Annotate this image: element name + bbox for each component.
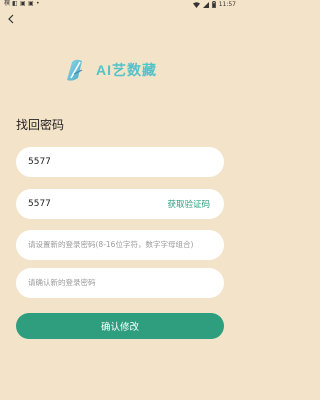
notification-icon-4: ▣ — [28, 0, 34, 7]
logo-text: AI艺数藏 — [96, 62, 157, 78]
battery-icon — [211, 1, 216, 8]
signal-icon — [202, 1, 209, 8]
status-bar: 㯢 ◧ ▣ ▣ • 11:57 — [0, 0, 240, 10]
notification-icon-3: ▣ — [20, 0, 26, 7]
phone-input[interactable] — [28, 157, 212, 167]
status-right-icons: 11:57 — [192, 1, 236, 8]
confirm-password-field[interactable] — [16, 268, 224, 298]
notification-dot-icon: • — [36, 0, 40, 7]
phone-field[interactable] — [16, 147, 224, 177]
get-code-button[interactable]: 获取验证码 — [167, 198, 210, 210]
confirm-password-input[interactable] — [28, 278, 212, 288]
notification-icon-2: ◧ — [12, 0, 18, 7]
new-password-field[interactable] — [16, 230, 224, 260]
notification-icon-1: 㯢 — [4, 0, 11, 7]
new-password-input[interactable] — [28, 240, 212, 250]
back-button[interactable] — [4, 12, 18, 26]
brush-leaf-logo-icon — [67, 59, 83, 81]
app-logo: AI艺数藏 — [62, 56, 157, 84]
status-left-icons: 㯢 ◧ ▣ ▣ • — [4, 1, 42, 7]
status-time: 11:57 — [218, 1, 236, 8]
verification-code-input[interactable] — [28, 199, 158, 209]
verification-code-field[interactable]: 获取验证码 — [16, 189, 224, 219]
page-title: 找回密码 — [16, 118, 65, 132]
wifi-icon — [192, 1, 200, 8]
chevron-left-icon — [8, 14, 14, 24]
confirm-change-button[interactable]: 确认修改 — [16, 313, 224, 339]
